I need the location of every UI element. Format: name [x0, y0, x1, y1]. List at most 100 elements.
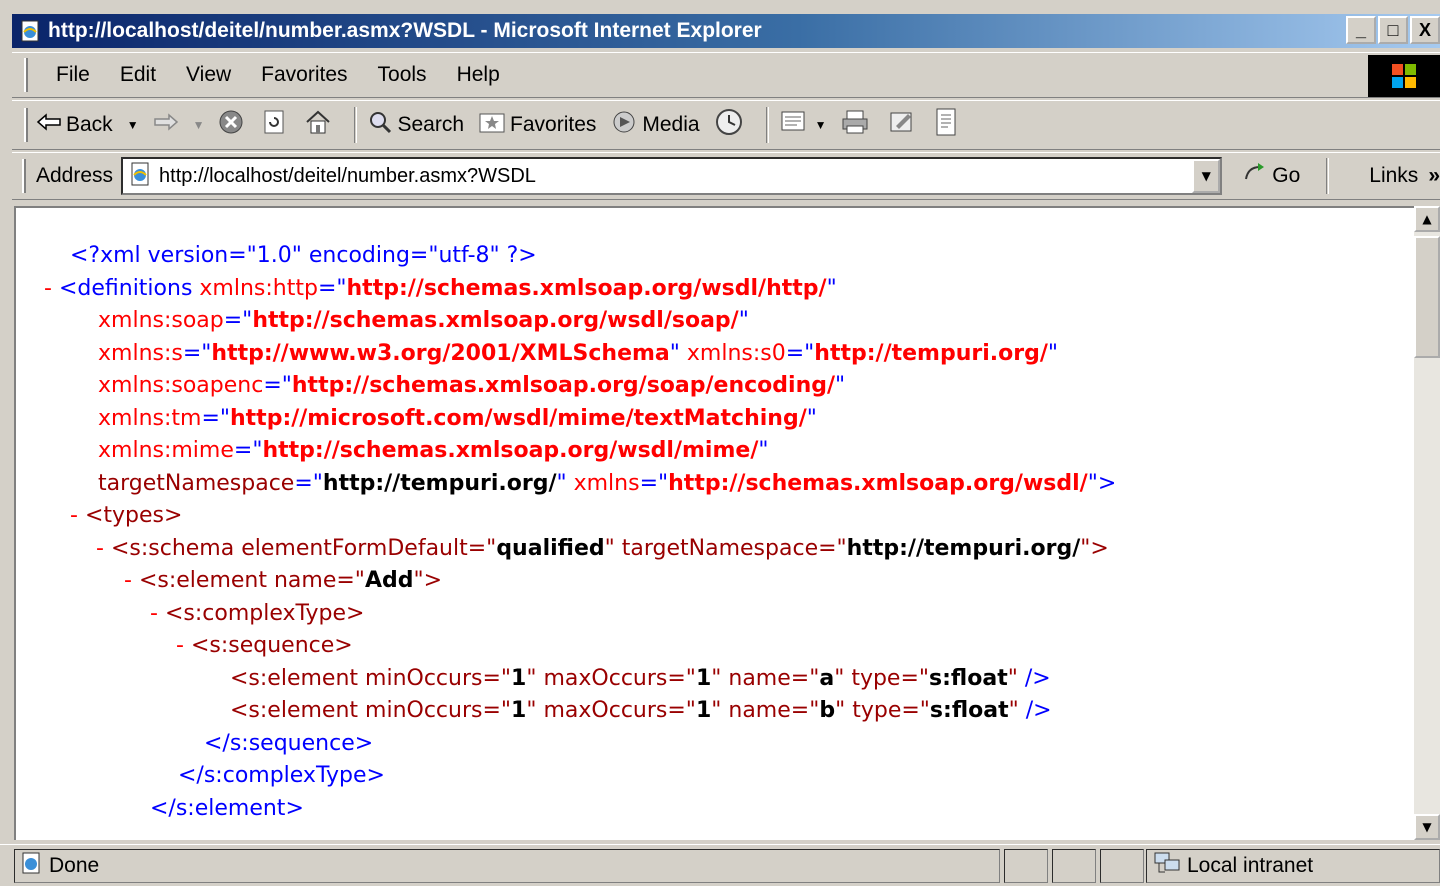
xml-definitions-line: - <definitions xmlns:http="http://schema…	[44, 275, 837, 301]
toolbar-separator	[765, 107, 769, 143]
minimize-button[interactable]: _	[1346, 16, 1376, 44]
intranet-icon	[1153, 850, 1181, 882]
status-panel	[1004, 849, 1048, 883]
up-arrow-icon: ▲	[1422, 212, 1432, 226]
standard-toolbar: Back ▼ ▼ Search Favorites Media ▼	[12, 100, 1440, 150]
address-url: http://localhost/deitel/number.asmx?WSDL	[159, 164, 536, 187]
security-zone-panel[interactable]: Local intranet	[1146, 849, 1440, 883]
discuss-button[interactable]	[934, 107, 962, 143]
scroll-thumb[interactable]	[1414, 236, 1440, 358]
favorites-label: Favorites	[510, 113, 597, 136]
favorites-button[interactable]: Favorites	[478, 110, 596, 140]
vertical-scrollbar[interactable]: ▲ ▼	[1414, 206, 1440, 840]
home-button[interactable]	[304, 109, 336, 141]
status-bar: Done Local intranet	[0, 844, 1440, 886]
search-icon	[367, 109, 393, 141]
toolbar-grip[interactable]	[24, 108, 28, 142]
xml-complextype-close-line: </s:complexType>	[178, 763, 385, 788]
status-panel	[1100, 849, 1144, 883]
menu-grip[interactable]	[24, 58, 28, 92]
mail-button[interactable]: ▼	[779, 108, 827, 142]
status-text: Done	[49, 854, 100, 877]
page-done-icon	[19, 851, 43, 881]
scroll-up-button[interactable]: ▲	[1414, 206, 1440, 232]
menu-help[interactable]: Help	[442, 63, 515, 87]
discuss-document-icon	[934, 107, 958, 143]
collapse-toggle[interactable]: -	[70, 503, 78, 528]
forward-button[interactable]: ▼	[153, 112, 205, 138]
menu-edit[interactable]: Edit	[105, 63, 171, 87]
refresh-icon	[262, 109, 286, 141]
collapse-toggle[interactable]: -	[124, 568, 132, 593]
printer-icon	[840, 108, 870, 142]
mail-icon	[779, 108, 811, 142]
ie-page-icon	[127, 161, 153, 192]
media-label: Media	[642, 113, 700, 136]
close-button[interactable]: X	[1410, 16, 1440, 44]
forward-dropdown-icon[interactable]: ▼	[193, 118, 205, 132]
media-icon	[610, 109, 638, 141]
edit-button[interactable]	[888, 108, 920, 142]
xml-schema-line: - <s:schema elementFormDefault="qualifie…	[96, 535, 1109, 561]
window-title: http://localhost/deitel/number.asmx?WSDL…	[48, 19, 762, 42]
address-grip[interactable]	[22, 159, 26, 193]
back-dropdown-icon[interactable]: ▼	[127, 118, 139, 132]
print-button[interactable]	[840, 108, 874, 142]
xml-element-line: - <s:element name="Add">	[124, 568, 443, 593]
back-arrow-icon	[36, 112, 62, 138]
address-input[interactable]: http://localhost/deitel/number.asmx?WSDL…	[121, 157, 1223, 195]
edit-page-icon	[888, 108, 916, 142]
back-label: Back	[66, 113, 113, 136]
media-button[interactable]: Media	[610, 109, 700, 141]
menu-tools[interactable]: Tools	[363, 63, 442, 87]
search-button[interactable]: Search	[367, 109, 464, 141]
xml-sequence-close-line: </s:sequence>	[204, 730, 374, 756]
collapse-toggle[interactable]: -	[150, 601, 158, 626]
history-button[interactable]	[714, 107, 748, 143]
stop-button[interactable]	[218, 109, 248, 141]
menu-favorites[interactable]: Favorites	[246, 63, 362, 87]
forward-arrow-icon	[153, 112, 179, 138]
xml-param-a-line: <s:element minOccurs="1" maxOccurs="1" n…	[230, 665, 1051, 691]
go-label: Go	[1272, 164, 1301, 187]
collapse-toggle[interactable]: -	[96, 536, 104, 561]
collapse-toggle[interactable]: -	[176, 633, 184, 658]
toolbar-separator	[354, 107, 358, 143]
zone-label: Local intranet	[1187, 854, 1314, 877]
address-dropdown-icon[interactable]: ▼	[1192, 159, 1221, 193]
home-icon	[304, 109, 332, 141]
address-bar: Address http://localhost/deitel/number.a…	[12, 152, 1440, 200]
menu-view[interactable]: View	[171, 63, 246, 87]
menu-bar: File Edit View Favorites Tools Help	[12, 52, 1440, 98]
menu-file[interactable]: File	[36, 63, 105, 87]
maximize-button[interactable]: □	[1378, 16, 1408, 44]
favorites-star-icon	[478, 110, 506, 140]
xml-attr-line: xmlns:soapenc="http://schemas.xmlsoap.or…	[98, 373, 846, 398]
xml-types-line: - <types>	[70, 503, 183, 528]
links-chevron-icon: »	[1428, 164, 1440, 187]
go-arrow-icon	[1242, 161, 1268, 191]
go-button[interactable]: Go	[1242, 161, 1300, 191]
down-arrow-icon: ▼	[1422, 820, 1432, 834]
mail-dropdown-icon[interactable]: ▼	[815, 118, 827, 132]
stop-icon	[218, 109, 244, 141]
scroll-down-button[interactable]: ▼	[1414, 814, 1440, 840]
refresh-button[interactable]	[262, 109, 290, 141]
title-bar-caption[interactable]: http://localhost/deitel/number.asmx?WSDL…	[12, 14, 1440, 48]
windows-logo-throbber	[1368, 55, 1440, 97]
document-pane[interactable]: <?xml version="1.0" encoding="utf-8" ?> …	[14, 206, 1414, 840]
collapse-toggle[interactable]: -	[44, 276, 52, 301]
xml-declaration-line: <?xml version="1.0" encoding="utf-8" ?>	[70, 243, 537, 268]
xml-complextype-line: - <s:complexType>	[150, 600, 365, 626]
xml-tree: <?xml version="1.0" encoding="utf-8" ?> …	[44, 240, 1116, 825]
toolbar-separator	[1326, 158, 1330, 194]
xml-param-b-line: <s:element minOccurs="1" maxOccurs="1" n…	[230, 698, 1052, 723]
status-panel	[1052, 849, 1096, 883]
status-text-panel: Done	[14, 849, 1000, 883]
back-button[interactable]: Back ▼	[36, 112, 139, 138]
links-button[interactable]: Links »	[1369, 164, 1440, 188]
windows-logo-icon	[1392, 64, 1416, 88]
xml-attr-line: xmlns:s="http://www.w3.org/2001/XMLSchem…	[98, 340, 1058, 366]
ie-page-icon	[18, 19, 42, 43]
xml-attr-line: xmlns:tm="http://microsoft.com/wsdl/mime…	[98, 405, 817, 431]
